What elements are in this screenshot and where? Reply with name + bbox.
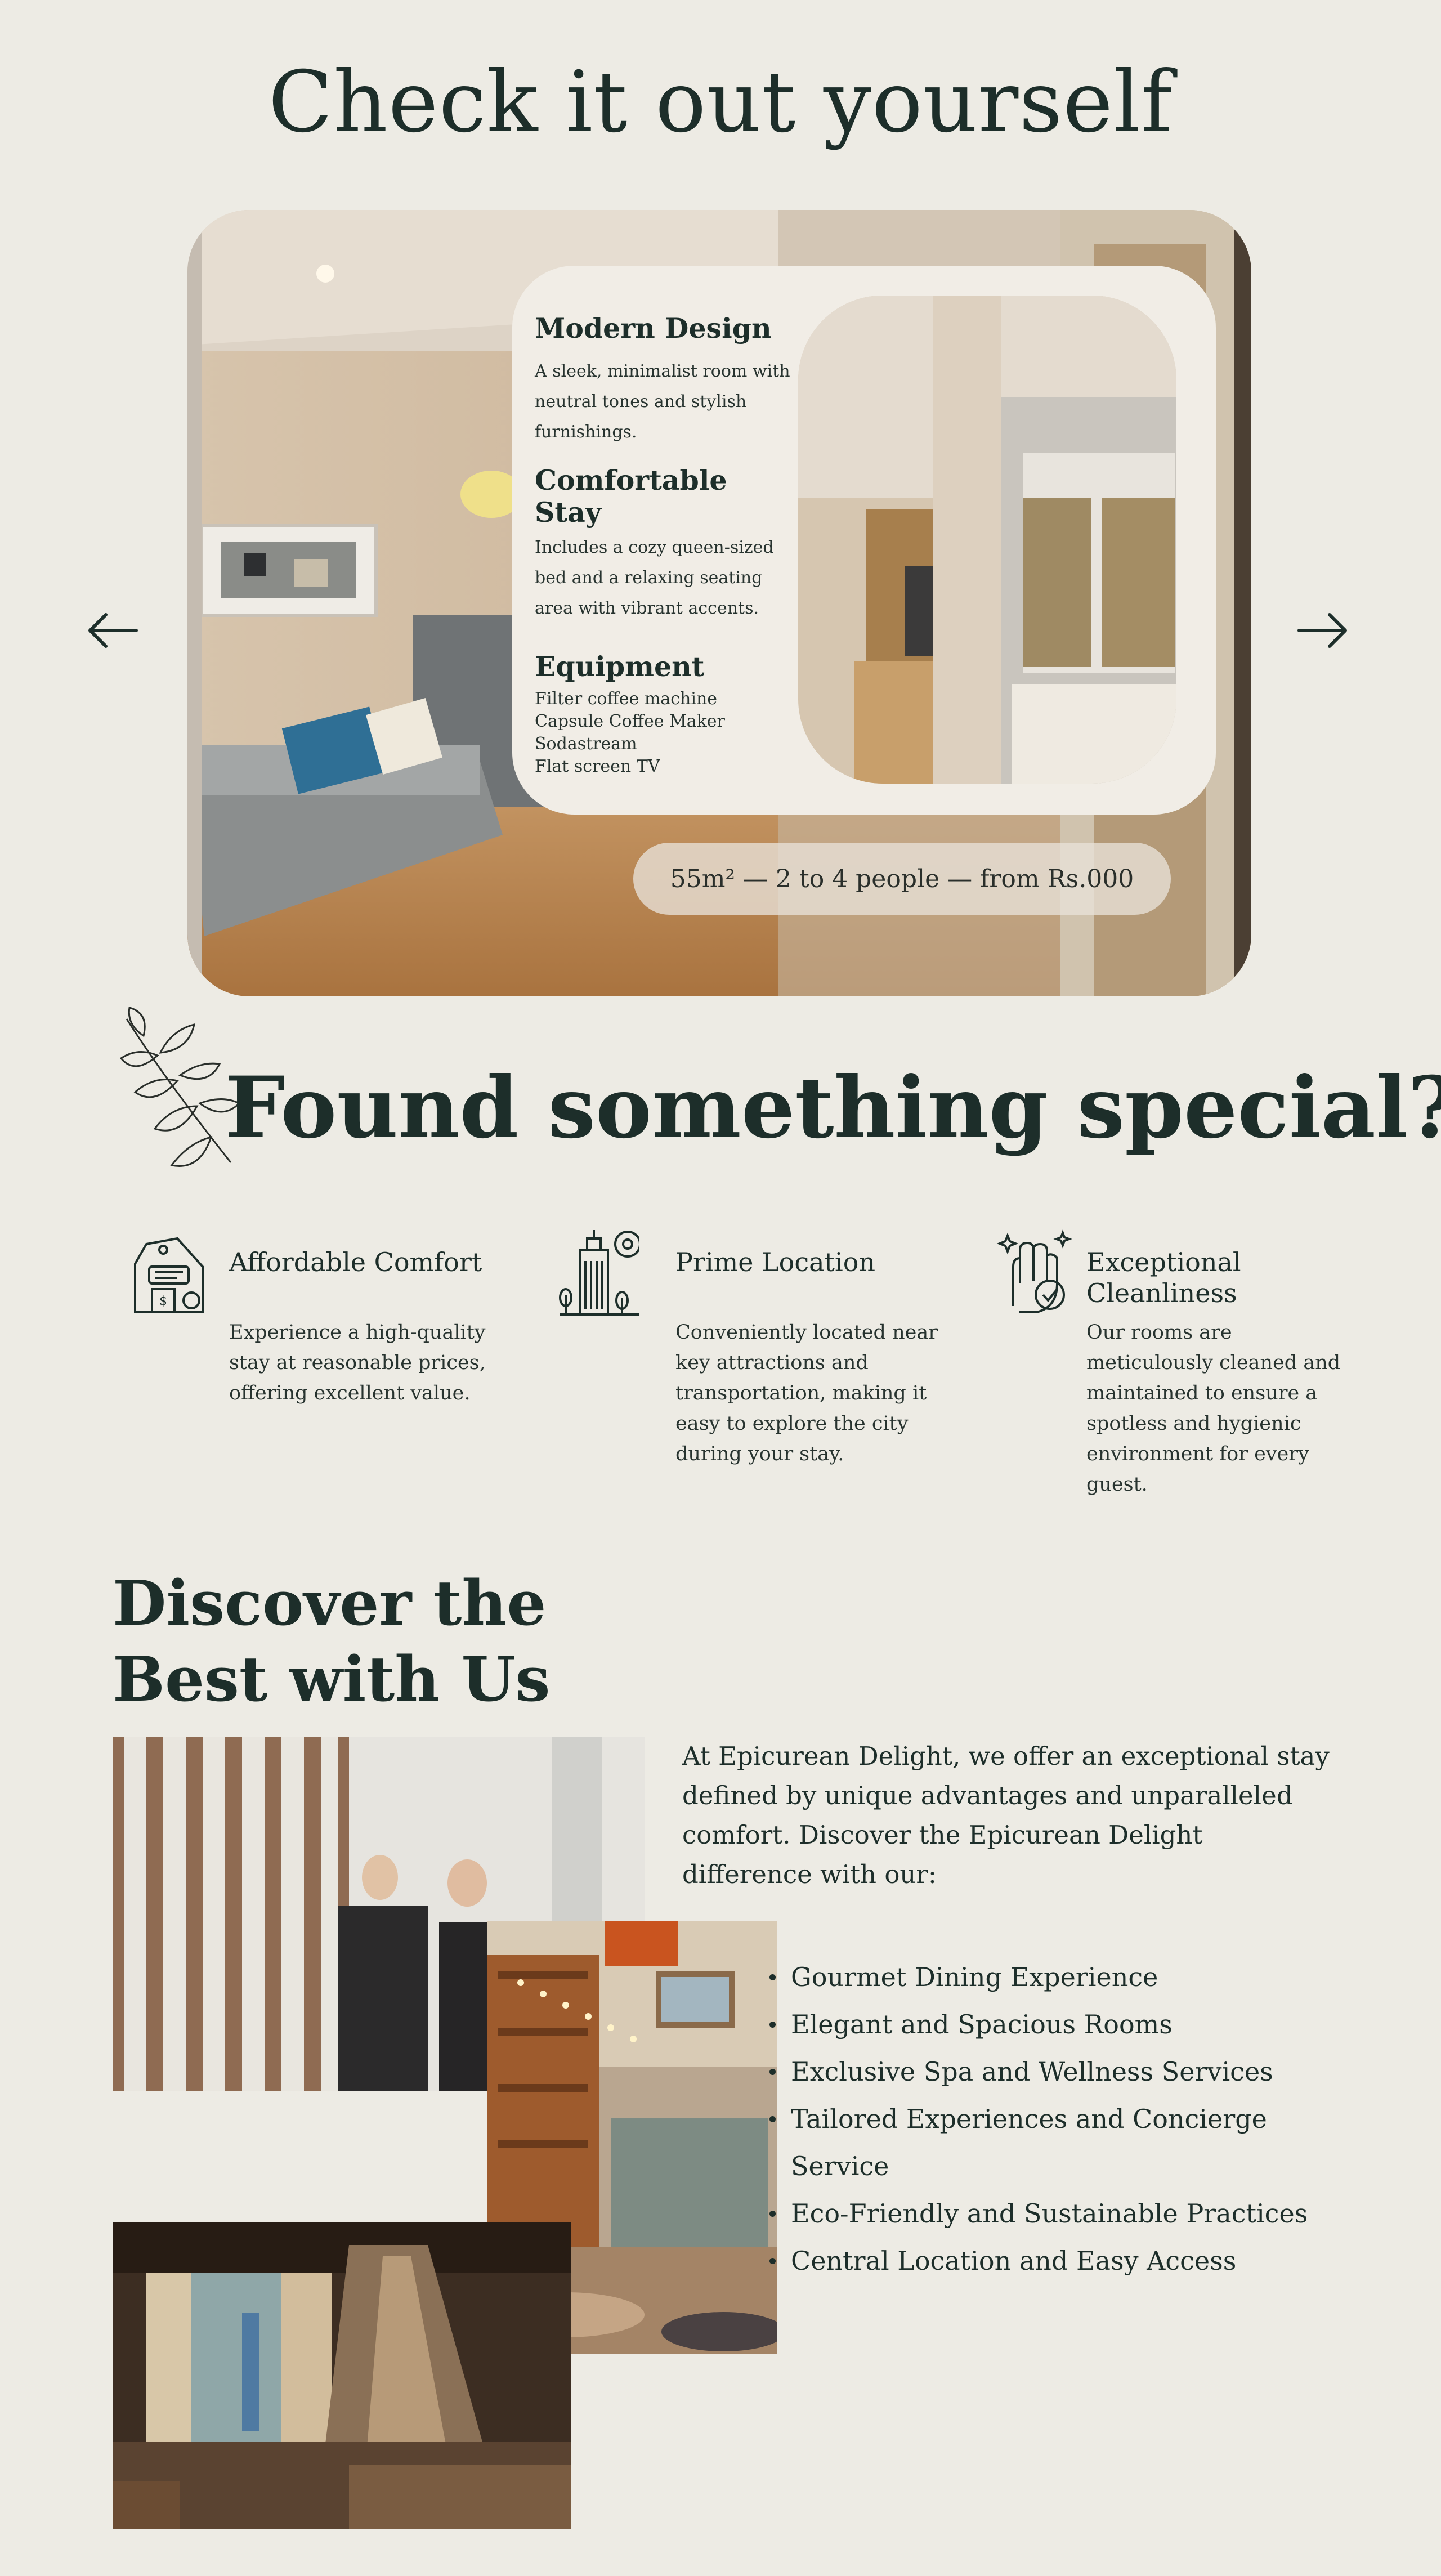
feature-title: Affordable Comfort	[229, 1247, 482, 1277]
equipment-item: Filter coffee machine	[535, 689, 718, 709]
benefit-item: Exclusive Spa and Wellness Services	[769, 2048, 1326, 2095]
modern-design-title: Modern Design	[535, 312, 772, 345]
svg-text:$: $	[159, 1294, 167, 1308]
leaf-branch-decoration-icon	[104, 1002, 245, 1182]
arrow-right-icon	[1297, 613, 1347, 648]
price-tag-icon: $	[124, 1233, 208, 1323]
equipment-item: Flat screen TV	[535, 757, 660, 777]
room-details-text: Modern Design A sleek, minimalist room w…	[535, 312, 799, 778]
section-title-found-something-special: Found something special?	[225, 1058, 1441, 1157]
modern-design-desc: A sleek, minimalist room with neutral to…	[535, 361, 790, 442]
feature-title: Exceptional Cleanliness	[1086, 1247, 1241, 1308]
benefit-item: Tailored Experiences and Concierge Servi…	[769, 2095, 1269, 2190]
carousel-next-button[interactable]	[1295, 608, 1351, 653]
carousel-prev-button[interactable]	[84, 608, 141, 653]
feature-desc: Our rooms are meticulously cleaned and m…	[1086, 1321, 1341, 1496]
clean-hand-icon	[996, 1227, 1081, 1317]
spa-canopy-room-photo	[113, 2222, 571, 2529]
feature-title: Prime Location	[675, 1247, 876, 1277]
equipment-list: Filter coffee machine Capsule Coffee Mak…	[535, 688, 799, 778]
benefit-item: Gourmet Dining Experience	[769, 1953, 1326, 2001]
section-title-discover: Discover the Best with Us	[113, 1567, 551, 1715]
arrow-left-icon	[88, 613, 138, 648]
comfortable-stay-desc: Includes a cozy queen-sized bed and a re…	[535, 538, 774, 619]
equipment-item: Capsule Coffee Maker	[535, 712, 725, 732]
equipment-item: Sodastream	[535, 734, 637, 754]
equipment-title: Equipment	[535, 650, 705, 683]
discover-intro-text: At Epicurean Delight, we offer an except…	[682, 1741, 1330, 1889]
benefit-item: Elegant and Spacious Rooms	[769, 2001, 1326, 2048]
benefit-item: Central Location and Easy Access	[769, 2237, 1326, 2284]
room-detail-photo	[798, 296, 1176, 784]
benefits-list: Gourmet Dining Experience Elegant and Sp…	[769, 1953, 1326, 2284]
section-title-check-it-out: Check it out yourself	[268, 53, 1173, 151]
room-summary-badge: 55m² — 2 to 4 people — from Rs.000	[633, 843, 1171, 915]
city-building-icon	[554, 1227, 641, 1317]
benefit-item: Eco-Friendly and Sustainable Practices	[769, 2190, 1326, 2237]
feature-desc: Conveniently located near key attraction…	[675, 1321, 938, 1465]
feature-desc: Experience a high-quality stay at reason…	[229, 1321, 486, 1405]
comfortable-stay-title: Comfortable Stay	[535, 464, 727, 529]
